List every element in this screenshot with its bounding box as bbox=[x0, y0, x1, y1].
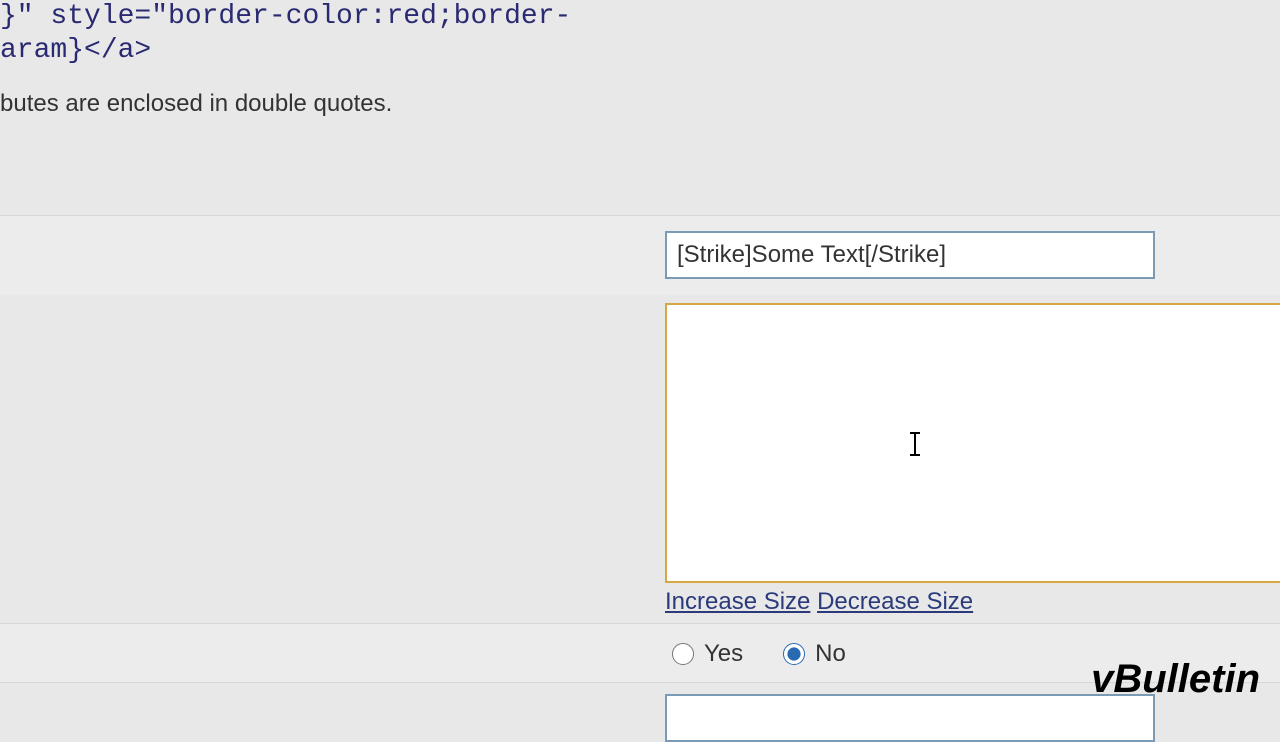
radio-yes[interactable] bbox=[672, 643, 694, 665]
radio-no[interactable] bbox=[783, 643, 805, 665]
decrease-size-link[interactable]: Decrease Size bbox=[817, 588, 973, 615]
bottom-input[interactable] bbox=[665, 694, 1155, 742]
panel-stripe bbox=[0, 623, 1280, 683]
radio-yes-label[interactable]: Yes bbox=[704, 640, 743, 668]
code-fragment: }" style="border-color:red;border- aram}… bbox=[0, 0, 571, 67]
html-replacement-textarea[interactable] bbox=[665, 303, 1280, 583]
hint-text: butes are enclosed in double quotes. bbox=[0, 90, 392, 118]
increase-size-link[interactable]: Increase Size bbox=[665, 588, 810, 615]
radio-no-label[interactable]: No bbox=[815, 640, 846, 668]
size-links: Increase Size Decrease Size bbox=[665, 588, 973, 616]
title-input[interactable] bbox=[665, 231, 1155, 279]
yes-no-radio-group: Yes No bbox=[672, 640, 876, 668]
watermark: vBulletin bbox=[1091, 657, 1260, 702]
